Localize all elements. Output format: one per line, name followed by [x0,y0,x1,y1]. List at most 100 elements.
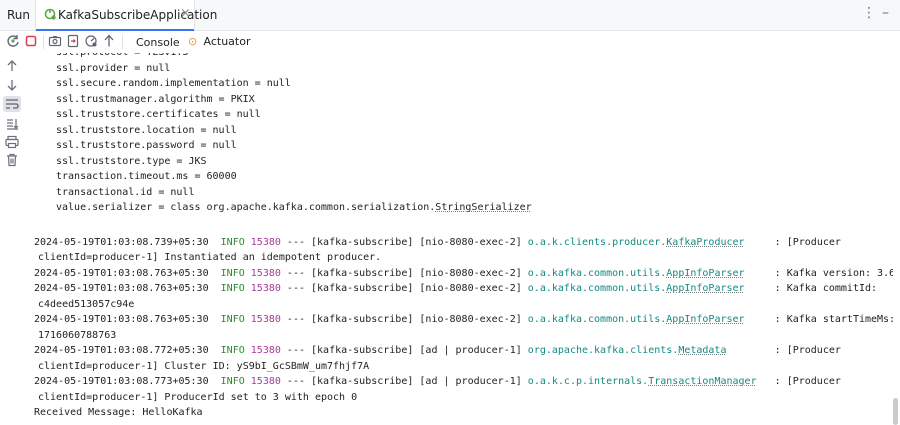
log-level: INFO [220,376,245,387]
log-thread: [nio-8080-exec-2] [419,236,522,248]
log-separator: --- [286,267,305,279]
log-separator: --- [286,345,305,356]
console-sidebar [0,53,25,425]
log-pid: 15380 [250,345,281,356]
config-line: ssl.secure.random.implementation = null [56,78,291,89]
log-thread: [nio-8080-exec-2] [419,267,522,279]
profiler-icon[interactable] [84,34,98,48]
log-logger-class[interactable]: KafkaProducer [666,237,744,248]
config-line: value.serializer = class org.apache.kafk… [25,200,893,216]
tab-console[interactable]: Console [136,36,180,49]
log-pid: 15380 [250,283,281,294]
log-level: INFO [220,345,245,356]
log-line: 2024-05-19T01:03:08.763+05:30 INFO 15380… [25,266,893,282]
log-logger-class[interactable]: AppInfoParser [666,283,744,294]
scroll-down-icon[interactable] [4,78,20,92]
log-continuation: clientId=producer-1] ProducerId set to 3… [38,391,358,403]
close-tab-icon[interactable]: × [180,6,191,21]
log-level: INFO [220,236,245,248]
class-link[interactable]: StringSerializer [435,202,531,213]
pin-icon[interactable] [102,34,116,48]
toolbar-divider [43,35,44,49]
log-timestamp: 2024-05-19T01:03:08.763+05:30 [34,267,209,279]
log-line: 2024-05-19T01:03:08.763+05:30 INFO 15380… [25,281,893,297]
log-logger-package: o.a.k.c.p.internals. [527,376,649,387]
log-logger-package: org.apache.kafka.clients. [527,345,679,356]
stop-icon[interactable] [24,34,38,48]
soft-wrap-icon[interactable] [3,96,21,112]
config-line: ssl.trustmanager.algorithm = PKIX [56,93,255,105]
log-logger-package: o.a.kafka.common.utils. [527,283,667,294]
log-line: 2024-05-19T01:03:08.773+05:30 INFO 15380… [25,374,893,390]
actuator-icon: ⊙ [188,35,198,48]
log-logger-package: o.a.kafka.common.utils. [527,314,667,325]
tab-kafka-subscribe-application[interactable]: KafkaSubscribeApplication × [35,0,217,31]
log-line: 2024-05-19T01:03:08.763+05:30 INFO 15380… [25,312,893,328]
toolbar-divider [122,35,123,49]
vertical-scrollbar[interactable] [893,398,898,425]
config-line: ssl.truststore.certificates = null [56,109,261,120]
rerun-icon[interactable] [6,34,20,48]
console-lines: ssl.protocol = TLSv1.3ssl.provider = nul… [25,53,893,421]
scroll-up-icon[interactable] [4,59,20,73]
log-continuation: 1716060788763 [38,329,117,341]
log-level: INFO [220,283,245,294]
log-logger-class[interactable]: Metadata [678,345,726,356]
actuator-label: Actuator [203,35,251,48]
log-logger-package: o.a.kafka.common.utils. [527,267,667,279]
config-line: ssl.provider = null [56,62,171,74]
config-line: transaction.timeout.ms = 60000 [56,171,237,182]
log-timestamp: 2024-05-19T01:03:08.739+05:30 [34,236,209,248]
log-app: [kafka-subscribe] [311,236,414,248]
screenshot-icon[interactable] [48,34,62,48]
log-timestamp: 2024-05-19T01:03:08.763+05:30 [34,283,209,294]
log-continuation: clientId=producer-1] Instantiated an ide… [38,252,382,263]
spring-boot-run-icon [44,8,56,20]
log-separator: --- [286,314,305,325]
log-message: : Kafka startTimeMs: [774,314,893,325]
minimize-icon[interactable]: – [882,5,889,21]
log-timestamp: 2024-05-19T01:03:08.763+05:30 [34,314,209,325]
config-line: ssl.truststore.location = null [56,124,237,136]
log-app: [kafka-subscribe] [311,376,414,387]
config-line: ssl.truststore.type = JKS [56,155,207,167]
log-thread: [ad | producer-1] [419,345,522,356]
log-level: INFO [220,267,245,279]
run-tool-window-header: Run KafkaSubscribeApplication × ⋮ – [0,0,900,31]
more-options-icon[interactable]: ⋮ [862,5,877,21]
config-line: ssl.protocol = TLSv1.3 [25,53,893,61]
export-icon[interactable] [66,34,80,48]
log-separator: --- [286,236,305,248]
tab-actuator[interactable]: ⊙ Actuator [188,35,250,48]
received-message: Received Message: HelloKafka [34,407,203,418]
log-message: : Kafka version: 3.6.2 [774,267,893,279]
log-pid: 15380 [250,267,281,279]
log-continuation: clientId=producer-1] Cluster ID: yS9bI_G… [38,360,370,372]
log-message: : Kafka commitId: [774,283,878,294]
config-line: ssl.truststore.password = null [56,140,237,151]
config-line: transactional.id = null [56,186,195,198]
log-line: 2024-05-19T01:03:08.739+05:30 INFO 15380… [25,235,893,251]
log-pid: 15380 [250,376,281,387]
log-thread: [nio-8080-exec-2] [419,283,522,294]
config-text: value.serializer = class org.apache.kafk… [56,202,436,213]
log-timestamp: 2024-05-19T01:03:08.772+05:30 [34,345,209,356]
console-output[interactable]: ssl.protocol = TLSv1.3ssl.provider = nul… [25,53,893,425]
log-separator: --- [286,283,305,294]
log-pid: 15380 [250,314,281,325]
log-timestamp: 2024-05-19T01:03:08.773+05:30 [34,376,209,387]
log-level: INFO [220,314,245,325]
log-separator: --- [286,376,305,387]
log-app: [kafka-subscribe] [311,283,414,294]
run-toolbar: Console ⊙ Actuator [0,31,900,53]
clear-icon[interactable] [4,153,20,167]
log-logger-class[interactable]: AppInfoParser [666,268,744,279]
scroll-to-end-icon[interactable] [4,117,20,131]
log-pid: 15380 [250,236,281,248]
log-line: 2024-05-19T01:03:08.772+05:30 INFO 15380… [25,343,893,359]
print-icon[interactable] [4,135,20,149]
log-logger-class[interactable]: AppInfoParser [666,314,744,325]
log-logger-class[interactable]: TransactionManager [648,376,756,387]
